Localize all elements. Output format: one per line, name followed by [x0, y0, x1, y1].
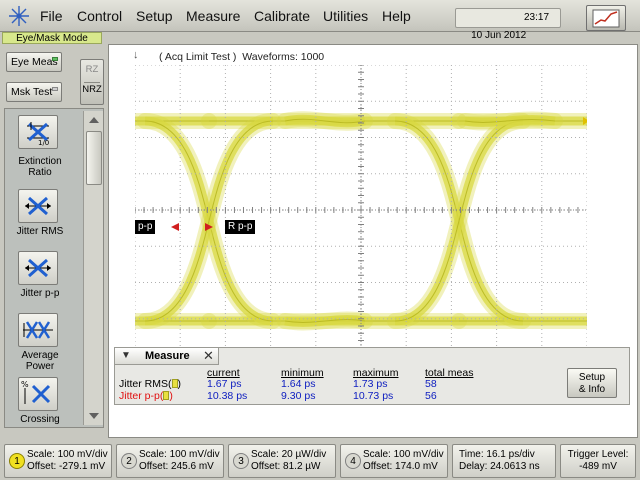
extinction-icon-text: 1/0	[38, 139, 49, 147]
jitter-right-marker: R p-p	[225, 220, 256, 234]
timebase-text: Time: 16.1 ps/div Delay: 24.0613 ns	[459, 449, 540, 472]
date-time-display: 10 Jun 2012 23:17	[455, 8, 561, 41]
menu-calibrate[interactable]: Calibrate	[254, 8, 310, 24]
measurement-toolbar: 1/0 Extinction Ratio Jitter RMS Jitter p…	[4, 108, 104, 428]
eye-mask-mode-title: Eye/Mask Mode	[2, 32, 102, 44]
mask-test-label: Msk Test	[11, 86, 53, 98]
cell-maximum: 1.73 ps	[353, 378, 388, 390]
channel-4-settings[interactable]: 4 Scale: 100 mV/div Offset: 174.0 mV	[340, 444, 448, 478]
channel-3-settings[interactable]: 3 Scale: 20 µW/div Offset: 81.2 µW	[228, 444, 336, 478]
cell-minimum: 1.64 ps	[281, 378, 316, 390]
nrz-label: NRZ	[82, 84, 102, 95]
measurement-scrollbar[interactable]	[83, 111, 103, 425]
close-icon[interactable]: ✕	[203, 348, 214, 364]
jitter-rms-icon[interactable]	[18, 189, 58, 223]
jitter-pp-label: Jitter p-p	[20, 288, 60, 299]
setup-label: Setup	[578, 372, 606, 383]
jitter-pp-icon[interactable]	[18, 251, 58, 285]
cell-current: 1.67 ps	[207, 378, 242, 390]
menu-bar: File Control Setup Measure Calibrate Uti…	[0, 0, 640, 41]
cell-total: 56	[425, 390, 437, 402]
cell-total: 58	[425, 378, 437, 390]
menu-control[interactable]: Control	[77, 8, 122, 24]
channel-3-badge: 3	[233, 453, 249, 469]
measure-panel: ▼ Measure ✕ current minimum maximum tota…	[114, 347, 630, 405]
menu-setup[interactable]: Setup	[136, 8, 173, 24]
channel-1-badge: 1	[9, 453, 25, 469]
mask-test-button[interactable]: Msk Test	[6, 82, 62, 102]
eye-meas-button[interactable]: Eye Meas	[6, 52, 62, 72]
trigger-text: Trigger Level: -489 mV	[567, 449, 629, 472]
info-label: & Info	[578, 384, 606, 395]
channel-2-badge: 2	[121, 453, 137, 469]
eye-meas-label: Eye Meas	[11, 56, 58, 68]
timebase-settings[interactable]: Time: 16.1 ps/div Delay: 24.0613 ns	[452, 444, 556, 478]
extinction-ratio-label: Extinction Ratio	[18, 156, 62, 178]
channel-1-text: Scale: 100 mV/div Offset: -279.1 mV	[27, 449, 108, 472]
measure-title: Measure	[145, 350, 190, 362]
rz-nrz-divider	[84, 82, 100, 83]
average-power-label: Average Power	[21, 350, 59, 372]
channel-3-text: Scale: 20 µW/div Offset: 81.2 µW	[251, 449, 327, 472]
crossing-percentage-icon[interactable]: %	[18, 377, 58, 411]
crossing-icon-text: %	[21, 380, 29, 389]
menu-file[interactable]: File	[40, 8, 63, 24]
agilent-logo-icon	[9, 6, 29, 26]
crossing-percentage-label: Crossing Percentage	[14, 414, 65, 426]
date-text: 10 Jun 2012	[471, 30, 527, 41]
extinction-ratio-icon[interactable]: 1/0	[18, 115, 58, 149]
row-name: Jitter RMS()	[119, 378, 181, 390]
collapse-icon[interactable]: ▼	[121, 350, 131, 361]
menu-help[interactable]: Help	[382, 8, 411, 24]
channel-2-text: Scale: 100 mV/div Offset: 245.6 mV	[139, 449, 220, 472]
waveform-shortcut-button[interactable]	[586, 5, 626, 31]
channel-4-text: Scale: 100 mV/div Offset: 174.0 mV	[363, 449, 444, 472]
menu-measure[interactable]: Measure	[186, 8, 240, 24]
measure-tab[interactable]: ▼ Measure ✕	[115, 348, 219, 365]
jitter-left-marker: p-p	[135, 220, 156, 234]
eye-meas-indicator	[52, 57, 58, 61]
setup-info-button[interactable]: Setup & Info	[567, 368, 617, 398]
trigger-arrow-icon: ↓	[133, 49, 139, 61]
waveform-icon	[592, 9, 620, 28]
rz-label: RZ	[85, 64, 99, 75]
average-power-icon[interactable]	[18, 313, 58, 347]
channel-4-badge: 4	[345, 453, 361, 469]
channel-2-settings[interactable]: 2 Scale: 100 mV/div Offset: 245.6 mV	[116, 444, 224, 478]
jitter-markers	[171, 223, 213, 231]
menu-utilities[interactable]: Utilities	[323, 8, 368, 24]
scroll-up-icon[interactable]	[86, 113, 102, 127]
jitter-rms-label: Jitter RMS	[16, 226, 64, 237]
scroll-down-icon[interactable]	[86, 409, 102, 423]
eye-diagram[interactable]	[135, 65, 587, 355]
cell-minimum: 9.30 ps	[281, 390, 316, 402]
time-text: 23:17	[524, 12, 550, 23]
rz-nrz-toggle[interactable]: RZ NRZ	[80, 59, 104, 105]
channel-1-settings[interactable]: 1 Scale: 100 mV/div Offset: -279.1 mV	[4, 444, 112, 478]
trigger-settings[interactable]: Trigger Level: -489 mV	[560, 444, 636, 478]
scrollbar-thumb[interactable]	[86, 131, 102, 185]
cell-current: 10.38 ps	[207, 390, 248, 402]
acquisition-status: ( Acq Limit Test ) Waveforms: 1000	[159, 51, 325, 63]
cell-maximum: 10.73 ps	[353, 390, 394, 402]
status-bar: 1 Scale: 100 mV/div Offset: -279.1 mV 2 …	[0, 440, 640, 480]
mask-test-indicator	[52, 87, 58, 91]
row-name: Jitter p-p()	[119, 390, 173, 402]
